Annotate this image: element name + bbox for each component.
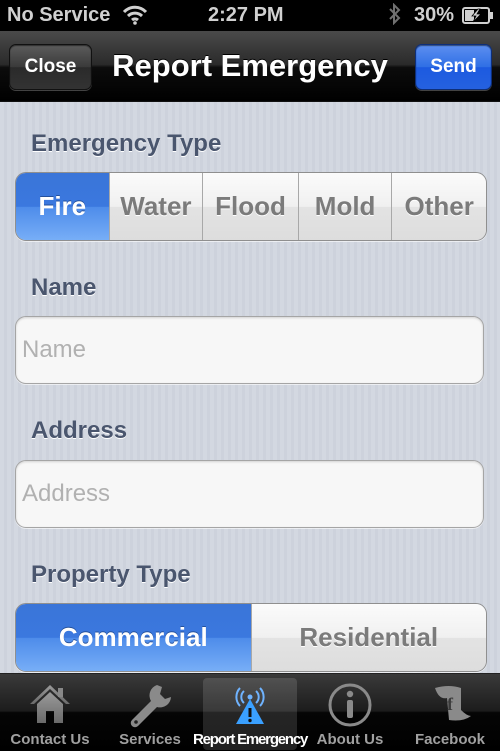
send-button[interactable]: Send — [415, 44, 492, 90]
segment-mold[interactable]: Mold — [297, 173, 392, 240]
emergency-type-segmented-control: Fire Water Flood Mold Other — [15, 172, 487, 241]
status-bar: No Service 2:27 PM 30% — [0, 0, 500, 31]
battery-percent: 30% — [414, 4, 455, 26]
tab-label: About Us — [316, 731, 384, 748]
property-type-label: Property Type — [31, 561, 191, 588]
address-label: Address — [31, 417, 128, 444]
wrench-icon — [103, 682, 197, 728]
tab-report-emergency[interactable]: Report Emergency — [193, 678, 308, 750]
segment-fire[interactable]: Fire — [16, 173, 109, 240]
tab-bar: Contact Us Services Report Emergency Abo… — [0, 673, 500, 751]
navigation-bar: Close Report Emergency Send — [0, 31, 500, 102]
tab-label: Services — [119, 731, 181, 748]
segment-residential[interactable]: Residential — [250, 604, 486, 671]
facebook-icon: f — [403, 682, 497, 728]
battery-charging-icon — [462, 7, 494, 30]
tab-about-us[interactable]: About Us — [303, 678, 397, 750]
property-type-segmented-control: Commercial Residential — [15, 603, 487, 672]
tab-facebook[interactable]: f Facebook — [403, 678, 497, 750]
wifi-icon — [122, 5, 148, 31]
tab-services[interactable]: Services — [103, 678, 197, 750]
name-label: Name — [31, 274, 97, 301]
segment-flood[interactable]: Flood — [202, 173, 298, 240]
alert-beacon-icon — [203, 682, 297, 728]
clock: 2:27 PM — [208, 4, 284, 26]
bluetooth-icon — [388, 2, 402, 31]
segment-other[interactable]: Other — [391, 173, 486, 240]
segment-water[interactable]: Water — [108, 173, 203, 240]
segment-commercial[interactable]: Commercial — [16, 604, 251, 671]
house-icon — [3, 682, 97, 728]
tab-contact-us[interactable]: Contact Us — [3, 678, 97, 750]
tab-label: Facebook — [414, 731, 486, 748]
tab-label: Contact Us — [10, 731, 90, 748]
tab-label: Report Emergency — [193, 731, 308, 748]
carrier-label: No Service — [7, 4, 111, 26]
address-input[interactable] — [15, 460, 484, 528]
name-input[interactable] — [15, 316, 484, 384]
info-icon — [303, 682, 397, 728]
emergency-type-label: Emergency Type — [31, 130, 222, 157]
svg-text:f: f — [447, 694, 454, 714]
